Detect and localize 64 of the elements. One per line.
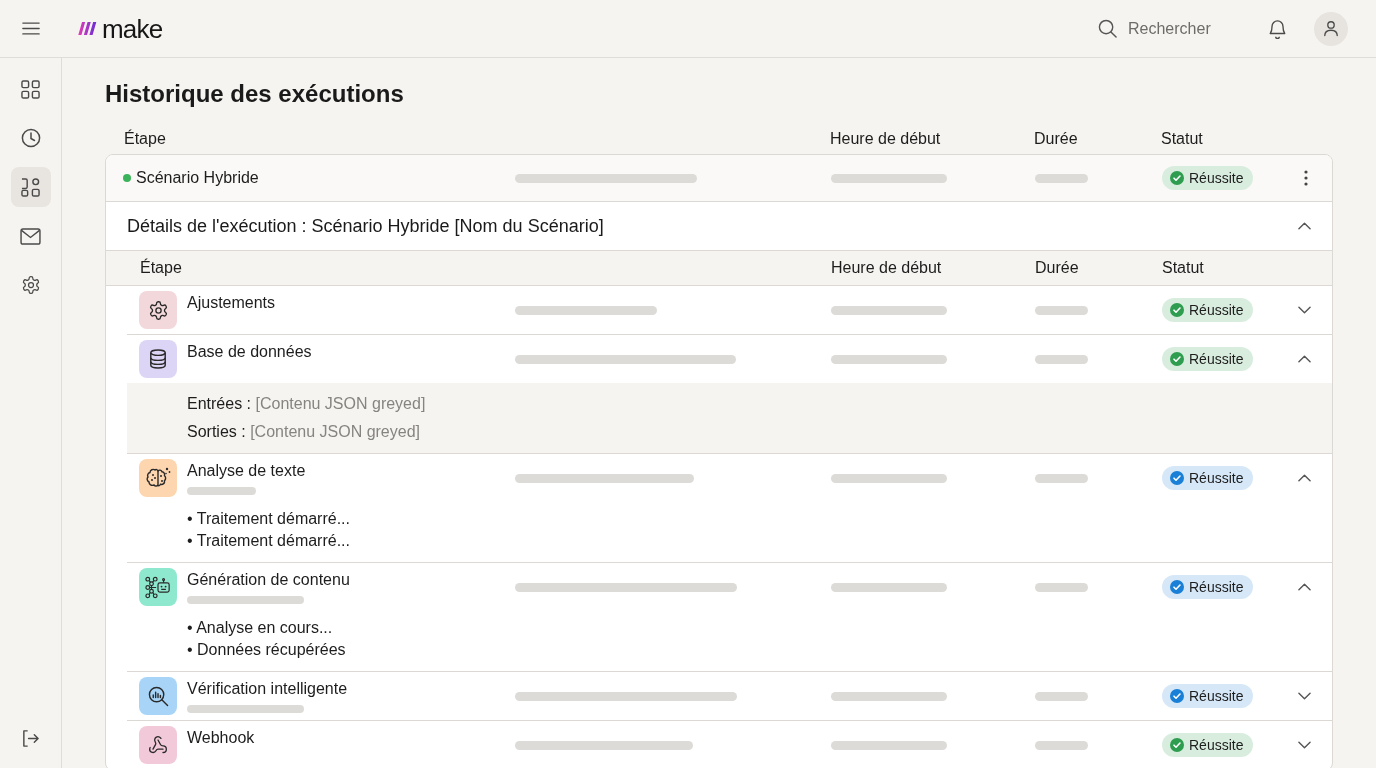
step-name: Analyse de texte	[187, 462, 306, 480]
log-line: • Analyse en cours...	[187, 618, 333, 638]
loading-bar	[1035, 305, 1088, 315]
menu-button[interactable]	[22, 19, 40, 38]
menu-icon	[22, 22, 40, 35]
chevron-down-icon	[1297, 306, 1311, 314]
loading-bar	[1035, 473, 1088, 483]
chevron-up-icon	[1297, 355, 1311, 363]
logo-text: make	[102, 13, 163, 44]
column-header: Heure de début	[831, 259, 943, 277]
io-label: Entrées :	[187, 395, 252, 412]
avatar-button[interactable]	[1314, 11, 1348, 46]
mail-icon	[20, 227, 41, 245]
chevron-down-icon	[1297, 692, 1311, 700]
status-label: Réussite	[1189, 579, 1244, 595]
loading-bar	[1035, 173, 1088, 183]
log-line: • Traitement démarré...	[187, 509, 350, 529]
loading-bar	[1035, 740, 1088, 750]
step-name: Vérification intelligente	[187, 680, 348, 698]
loading-bar	[1035, 354, 1088, 364]
column-header: Statut	[1161, 130, 1204, 148]
logo-mark-icon	[78, 22, 99, 35]
loading-bar	[1035, 691, 1088, 701]
chevron-up-icon	[1297, 583, 1311, 591]
details-title: Détails de l'exécution : Scénario Hybride [Nom du Scénario]	[127, 215, 604, 237]
column-header: Étape	[139, 259, 183, 277]
loading-bar	[1035, 582, 1088, 592]
more-icon	[1304, 170, 1308, 186]
step-name: Ajustements	[187, 294, 276, 312]
chevron-up-icon	[1297, 474, 1311, 482]
column-header: Statut	[1162, 259, 1205, 277]
chevron-up-icon	[1297, 222, 1311, 230]
status-label: Réussite	[1189, 688, 1244, 704]
page-title: Historique des exécutions	[105, 79, 405, 109]
chevron-down-icon	[1297, 741, 1311, 749]
column-header: Durée	[1034, 130, 1079, 148]
logout-icon	[21, 728, 40, 748]
status-label: Réussite	[1189, 470, 1244, 486]
status-label: Réussite	[1189, 170, 1244, 186]
column-header: Durée	[1035, 259, 1080, 277]
clock-icon	[20, 128, 41, 148]
flow-diagram-icon	[21, 177, 40, 197]
io-label: Sorties :	[187, 423, 246, 440]
bell-icon	[1267, 18, 1287, 39]
status-label: Réussite	[1189, 737, 1244, 753]
io-value: [Contenu JSON greyed]	[250, 423, 420, 440]
scenario-row[interactable]: Scénario Hybride Réussite	[106, 155, 1332, 202]
search-field[interactable]: Rechercher	[1128, 17, 1238, 40]
io-value: [Contenu JSON greyed]	[255, 395, 426, 412]
status-label: Réussite	[1189, 351, 1244, 367]
log-line: • Données récupérées	[187, 640, 346, 660]
step-name: Base de données	[187, 343, 312, 361]
step-name: Webhook	[187, 729, 255, 747]
column-header: Heure de début	[830, 130, 942, 148]
settings-icon	[20, 275, 41, 295]
sidebar-item[interactable]	[10, 167, 51, 207]
step-name: Génération de contenu	[187, 571, 350, 589]
status-label: Réussite	[1189, 302, 1244, 318]
scenario-name: Scénario Hybride	[136, 169, 259, 187]
column-header: Étape	[123, 130, 167, 148]
log-line: • Traitement démarré...	[187, 531, 350, 551]
grid-icon	[21, 79, 40, 99]
user-icon	[1323, 20, 1339, 37]
search-icon	[1098, 19, 1117, 38]
